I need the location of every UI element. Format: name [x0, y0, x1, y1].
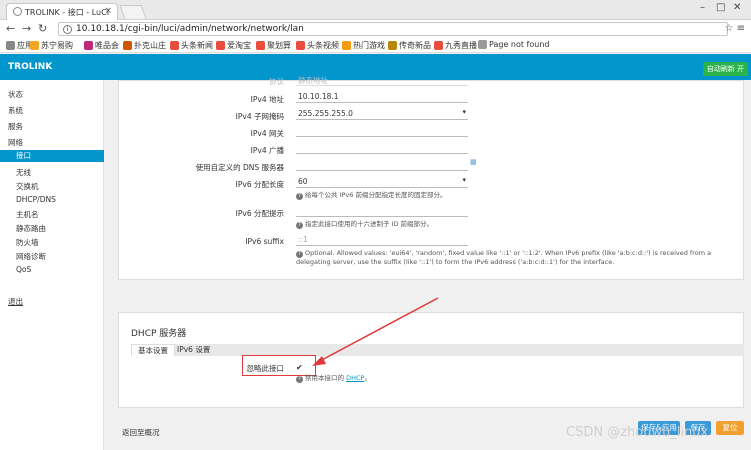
annotation-arrow — [312, 297, 439, 366]
reset-button[interactable]: 复位 — [716, 421, 744, 435]
arrow-head — [312, 356, 326, 366]
arrow-line — [317, 297, 439, 363]
watermark: CSDN @zhouwu_linux — [566, 425, 709, 440]
back-to-overview-link[interactable]: 返回至概况 — [122, 427, 160, 438]
